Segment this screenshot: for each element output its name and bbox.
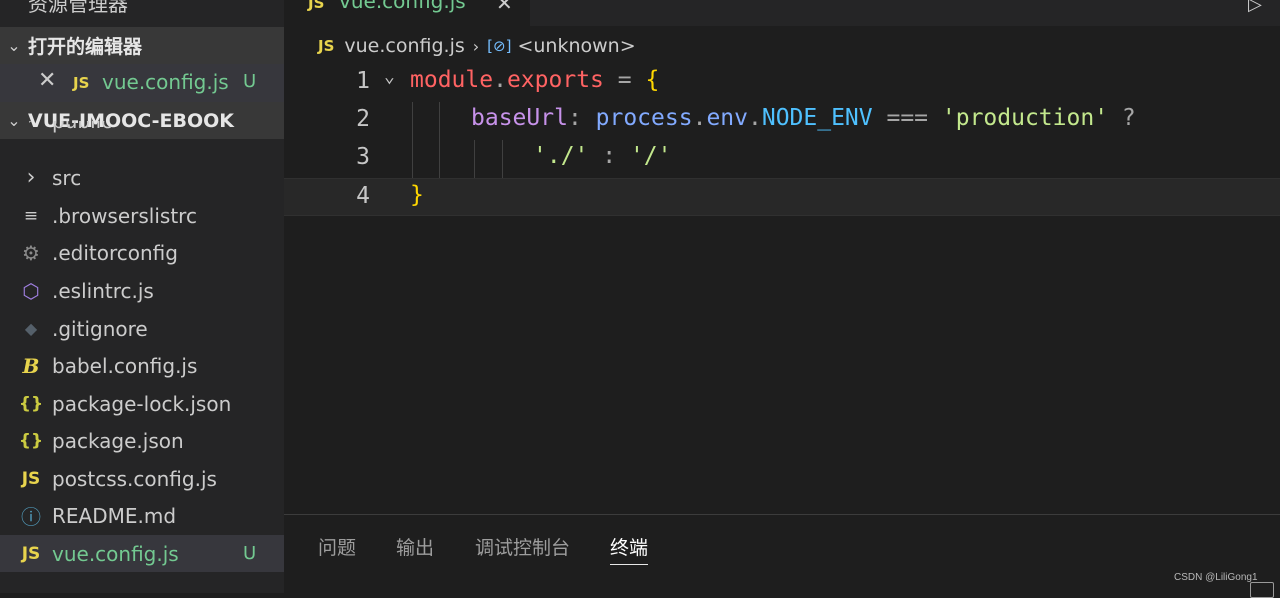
chevron-right-icon: › <box>18 121 44 129</box>
untracked-badge: U <box>243 71 257 92</box>
breadcrumb: JS vue.config.js › [⊘] <unknown> <box>318 33 636 59</box>
line-number: 1 <box>356 68 370 94</box>
explorer-sidebar: 资源管理器 ⌄ 打开的编辑器 ✕ JS vue.config.js U ⌄ VU… <box>0 0 284 593</box>
tree-item-label: package-lock.json <box>52 391 232 416</box>
code-text: baseUrl: process.env.NODE_ENV === 'produ… <box>471 105 1136 131</box>
file-babel-config[interactable]: B babel.config.js <box>0 347 284 384</box>
chevron-right-icon: › <box>26 165 36 190</box>
tree-item-label: babel.config.js <box>52 353 198 378</box>
token-exports: exports <box>506 67 604 93</box>
tree-item-label: postcss.config.js <box>52 466 217 491</box>
git-icon: ◆ <box>24 319 38 338</box>
braces-icon: {} <box>18 393 44 414</box>
token-slash: '/' <box>629 143 672 169</box>
untracked-badge: U <box>243 543 257 564</box>
file-readme[interactable]: ⓘ README.md <box>0 497 284 534</box>
js-file-icon: JS <box>73 74 90 92</box>
symbol-variable-icon: [⊘] <box>487 37 512 55</box>
watermark: CSDN @LiliGong1 <box>1174 572 1258 583</box>
tab-vue-config[interactable]: JS vue.config.js ✕ <box>284 0 530 26</box>
token-colon: : <box>588 143 630 169</box>
token-colon: : <box>567 105 596 131</box>
token-ternary: ? <box>1108 105 1136 131</box>
token-dot: . <box>747 105 762 131</box>
code-text: } <box>410 182 424 208</box>
chevron-down-icon: ⌄ <box>7 36 21 55</box>
breadcrumb-symbol[interactable]: <unknown> <box>517 35 635 57</box>
code-editor[interactable]: 1 ⌄ module.exports = { 2 baseUrl: proces… <box>284 64 1280 514</box>
tree-item-label: public <box>52 121 113 133</box>
file-vue-config[interactable]: JS vue.config.js U <box>0 535 284 572</box>
tree-item-label: src <box>52 165 82 190</box>
chevron-right-icon: › <box>472 36 480 56</box>
file-browserslistrc[interactable]: ≡ .browserslistrc <box>0 197 284 234</box>
token-production: 'production' <box>941 105 1109 131</box>
token-dot-slash: './' <box>533 143 589 169</box>
braces-icon: {} <box>18 430 44 451</box>
fold-chevron-icon[interactable]: ⌄ <box>384 66 395 87</box>
token-strict-equals: === <box>872 105 942 131</box>
line-number: 2 <box>356 106 370 132</box>
code-line[interactable]: 2 baseUrl: process.env.NODE_ENV === 'pro… <box>284 102 1280 140</box>
lines-icon: ≡ <box>23 205 39 226</box>
code-line[interactable]: 1 ⌄ module.exports = { <box>284 64 1280 102</box>
token-node-env: NODE_ENV <box>761 105 873 131</box>
eslint-icon: ⬡ <box>22 278 40 303</box>
tab-output[interactable]: 输出 <box>396 533 434 560</box>
tree-item-label: .gitignore <box>52 316 148 341</box>
tab-terminal[interactable]: 终端 <box>610 533 649 565</box>
tree-item-label: .browserslistrc <box>52 203 197 228</box>
gear-icon: ⚙ <box>22 240 40 265</box>
js-file-icon: JS <box>21 543 41 564</box>
info-icon: ⓘ <box>21 505 41 529</box>
js-file-icon: JS <box>308 0 325 12</box>
tab-label: vue.config.js <box>339 0 466 13</box>
code-line[interactable]: 3 './' : '/' <box>284 140 1280 178</box>
tab-problems[interactable]: 问题 <box>318 533 356 560</box>
file-package-lock[interactable]: {} package-lock.json <box>0 385 284 422</box>
bottom-panel: 问题 输出 调试控制台 终端 <box>284 514 1280 594</box>
run-icon[interactable]: ▷ <box>1248 0 1262 15</box>
token-env: env <box>706 105 748 131</box>
open-editors-label: 打开的编辑器 <box>28 36 143 58</box>
file-postcss-config[interactable]: JS postcss.config.js <box>0 460 284 497</box>
code-text: './' : '/' <box>533 143 671 169</box>
file-package-json[interactable]: {} package.json <box>0 422 284 459</box>
line-number: 4 <box>356 183 370 209</box>
token-assign: = <box>603 67 646 93</box>
token-open-brace: { <box>645 67 660 93</box>
tree-item-label: .eslintrc.js <box>52 278 154 303</box>
token-dot: . <box>692 105 707 131</box>
js-file-icon: JS <box>318 37 335 55</box>
explorer-title: 资源管理器 <box>28 0 128 16</box>
code-line-current[interactable]: 4 } <box>284 178 1280 216</box>
tree-item-label: .editorconfig <box>52 240 178 265</box>
breadcrumb-file[interactable]: vue.config.js <box>344 35 464 57</box>
code-text: module.exports = { <box>410 67 659 93</box>
file-gitignore[interactable]: ◆ .gitignore <box>0 310 284 347</box>
token-dot: . <box>493 67 507 93</box>
token-module: module <box>410 67 494 93</box>
close-icon[interactable]: ✕ <box>38 68 56 93</box>
close-icon[interactable]: ✕ <box>496 0 513 15</box>
line-number: 3 <box>356 144 370 170</box>
tab-debug-console[interactable]: 调试控制台 <box>475 533 570 560</box>
token-close-brace: } <box>410 182 424 208</box>
file-editorconfig[interactable]: ⚙ .editorconfig <box>0 234 284 271</box>
open-editor-item[interactable]: ✕ JS vue.config.js U <box>0 64 284 102</box>
file-eslintrc[interactable]: ⬡ .eslintrc.js <box>0 272 284 309</box>
panel-corner-icon <box>1250 582 1274 598</box>
open-editors-header[interactable]: ⌄ 打开的编辑器 <box>0 27 284 64</box>
babel-icon: B <box>22 353 40 378</box>
js-file-icon: JS <box>21 468 41 489</box>
open-editor-file-name: vue.config.js <box>102 70 229 94</box>
folder-public[interactable]: › public <box>0 121 284 139</box>
token-baseurl: baseUrl <box>471 105 568 131</box>
token-process: process <box>595 105 693 131</box>
tree-item-label: vue.config.js <box>52 541 179 566</box>
folder-src[interactable]: › src <box>0 159 284 196</box>
tree-item-label: README.md <box>52 503 177 528</box>
tree-item-label: package.json <box>52 428 184 453</box>
